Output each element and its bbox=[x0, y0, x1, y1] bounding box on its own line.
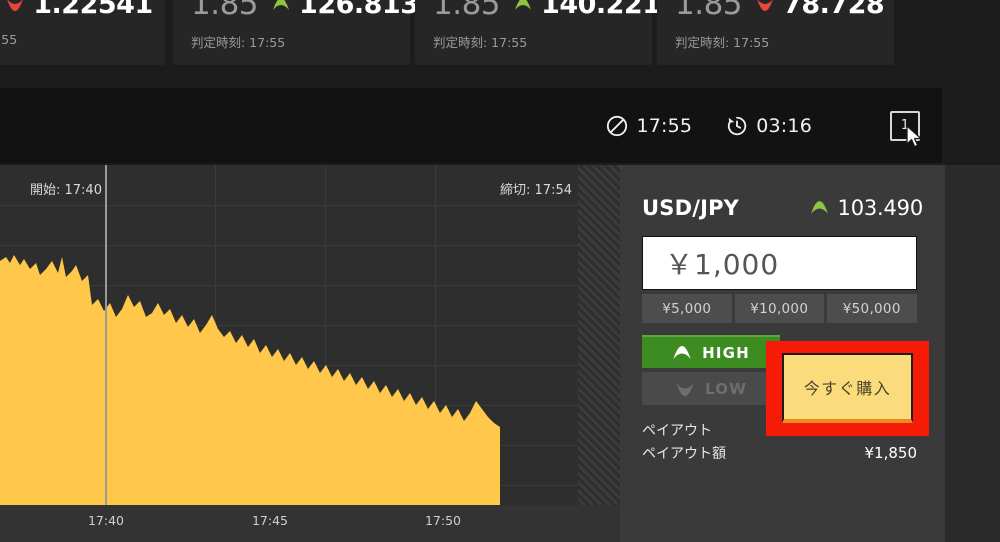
chart-close-label: 締切: 17:54 bbox=[500, 183, 572, 198]
rate-card-judge-time: 判定時刻: 17:55 bbox=[191, 35, 286, 50]
rate-card-judge-time: 判定時刻: 17:55 bbox=[433, 35, 528, 50]
preset-amount-5000[interactable]: ¥5,000 bbox=[642, 294, 732, 323]
trading-app: 5 1.22541 : 17:55 1.85 126.813 bbox=[0, 0, 1000, 542]
chevron-up-icon bbox=[272, 0, 290, 11]
high-button-label: HIGH bbox=[702, 343, 750, 362]
panel-right-gutter bbox=[945, 165, 1000, 542]
chevron-up-icon bbox=[810, 201, 828, 214]
chart-closed-zone bbox=[578, 165, 620, 505]
chevron-up-icon bbox=[514, 0, 532, 11]
chevron-up-icon bbox=[673, 345, 691, 359]
rate-card-value: 126.813 bbox=[299, 0, 419, 20]
payout-amount-label: ペイアウト額 bbox=[642, 445, 726, 462]
payout-amount-row: ペイアウト額 ¥1,850 bbox=[642, 441, 917, 464]
rate-card-main: 5 1.22541 bbox=[0, 0, 153, 30]
rate-card-judge-time: : 17:55 bbox=[0, 32, 18, 47]
rate-card-main: 1.85 140.221 bbox=[433, 0, 661, 30]
countdown-time: 03:16 bbox=[756, 114, 812, 137]
preset-amount-50000[interactable]: ¥50,000 bbox=[827, 294, 917, 323]
rate-card-main: 1.85 78.728 bbox=[675, 0, 885, 30]
rate-card-value: 1.22541 bbox=[33, 0, 153, 20]
x-axis-tick: 17:45 bbox=[251, 513, 289, 528]
chart-toolbar: 17:55 03:16 1 bbox=[0, 88, 942, 163]
rate-card-payout: 1.85 bbox=[675, 0, 743, 22]
position-count-button[interactable]: 1 bbox=[890, 110, 922, 147]
buy-now-button[interactable]: 今すぐ購入 bbox=[782, 353, 913, 423]
payout-rate-label: ペイアウト bbox=[642, 422, 712, 439]
rate-card-value: 140.221 bbox=[541, 0, 661, 20]
chart-x-axis: 17:40 17:45 17:50 bbox=[0, 505, 620, 542]
chart-start-label: 開始: 17:40 bbox=[30, 183, 102, 198]
rate-card[interactable]: 1.85 126.813 判定時刻: 17:55 bbox=[173, 0, 419, 65]
rate-card-quote: 1.22541 bbox=[6, 0, 153, 20]
price-chart[interactable]: 開始: 17:40 締切: 17:54 17:40 17:45 17:50 bbox=[0, 165, 620, 542]
rate-card-judge-time: 判定時刻: 17:55 bbox=[675, 35, 770, 50]
current-price-label: 103.490 bbox=[837, 196, 924, 220]
amount-input[interactable]: ￥1,000 bbox=[642, 236, 917, 290]
toolbar-gutter bbox=[942, 88, 1000, 163]
x-axis-tick: 17:40 bbox=[87, 513, 125, 528]
chart-start-line bbox=[105, 165, 107, 505]
chevron-down-icon bbox=[756, 0, 774, 11]
currency-pair-label: USD/JPY bbox=[642, 196, 740, 220]
preset-amount-10000[interactable]: ¥10,000 bbox=[734, 294, 824, 323]
buy-now-button-label: 今すぐ購入 bbox=[803, 379, 892, 398]
low-button[interactable]: LOW bbox=[642, 372, 780, 405]
clock-history-icon bbox=[728, 116, 747, 135]
chevron-down-icon bbox=[6, 0, 24, 11]
rate-card-payout: 1.85 bbox=[191, 0, 259, 22]
direction-button-group: HIGH LOW bbox=[642, 335, 780, 405]
panel-header: USD/JPY 103.490 bbox=[642, 195, 923, 221]
no-entry-icon bbox=[607, 115, 628, 136]
rate-card-strip: 5 1.22541 : 17:55 1.85 126.813 bbox=[0, 0, 1000, 86]
rate-card-payout: 1.85 bbox=[433, 0, 501, 22]
chart-plot-area: 開始: 17:40 締切: 17:54 bbox=[0, 165, 620, 542]
rate-card-quote: 140.221 bbox=[514, 0, 661, 20]
rate-card-main: 1.85 126.813 bbox=[191, 0, 419, 30]
deadline-time: 17:55 bbox=[636, 114, 693, 137]
deadline-indicator: 17:55 bbox=[606, 115, 692, 137]
amount-input-value: ￥1,000 bbox=[665, 248, 780, 281]
rate-card-quote: 78.728 bbox=[756, 0, 885, 20]
low-button-label: LOW bbox=[705, 379, 747, 398]
rate-card-quote: 126.813 bbox=[272, 0, 419, 20]
rate-card[interactable]: 1.85 140.221 判定時刻: 17:55 bbox=[415, 0, 661, 65]
high-button[interactable]: HIGH bbox=[642, 335, 780, 368]
payout-amount-value: ¥1,850 bbox=[864, 443, 918, 462]
rate-card[interactable]: 1.85 78.728 判定時刻: 17:55 bbox=[657, 0, 894, 65]
current-quote: 103.490 bbox=[810, 196, 923, 220]
mouse-cursor-icon bbox=[906, 124, 922, 147]
chart-series-area bbox=[0, 255, 500, 505]
x-axis-tick: 17:50 bbox=[424, 513, 462, 528]
chevron-down-icon bbox=[676, 382, 694, 396]
amount-preset-group: ¥5,000 ¥10,000 ¥50,000 bbox=[642, 294, 923, 323]
countdown-indicator: 03:16 bbox=[726, 115, 812, 137]
rate-card-value: 78.728 bbox=[783, 0, 885, 20]
rate-card[interactable]: 5 1.22541 : 17:55 bbox=[0, 0, 165, 65]
